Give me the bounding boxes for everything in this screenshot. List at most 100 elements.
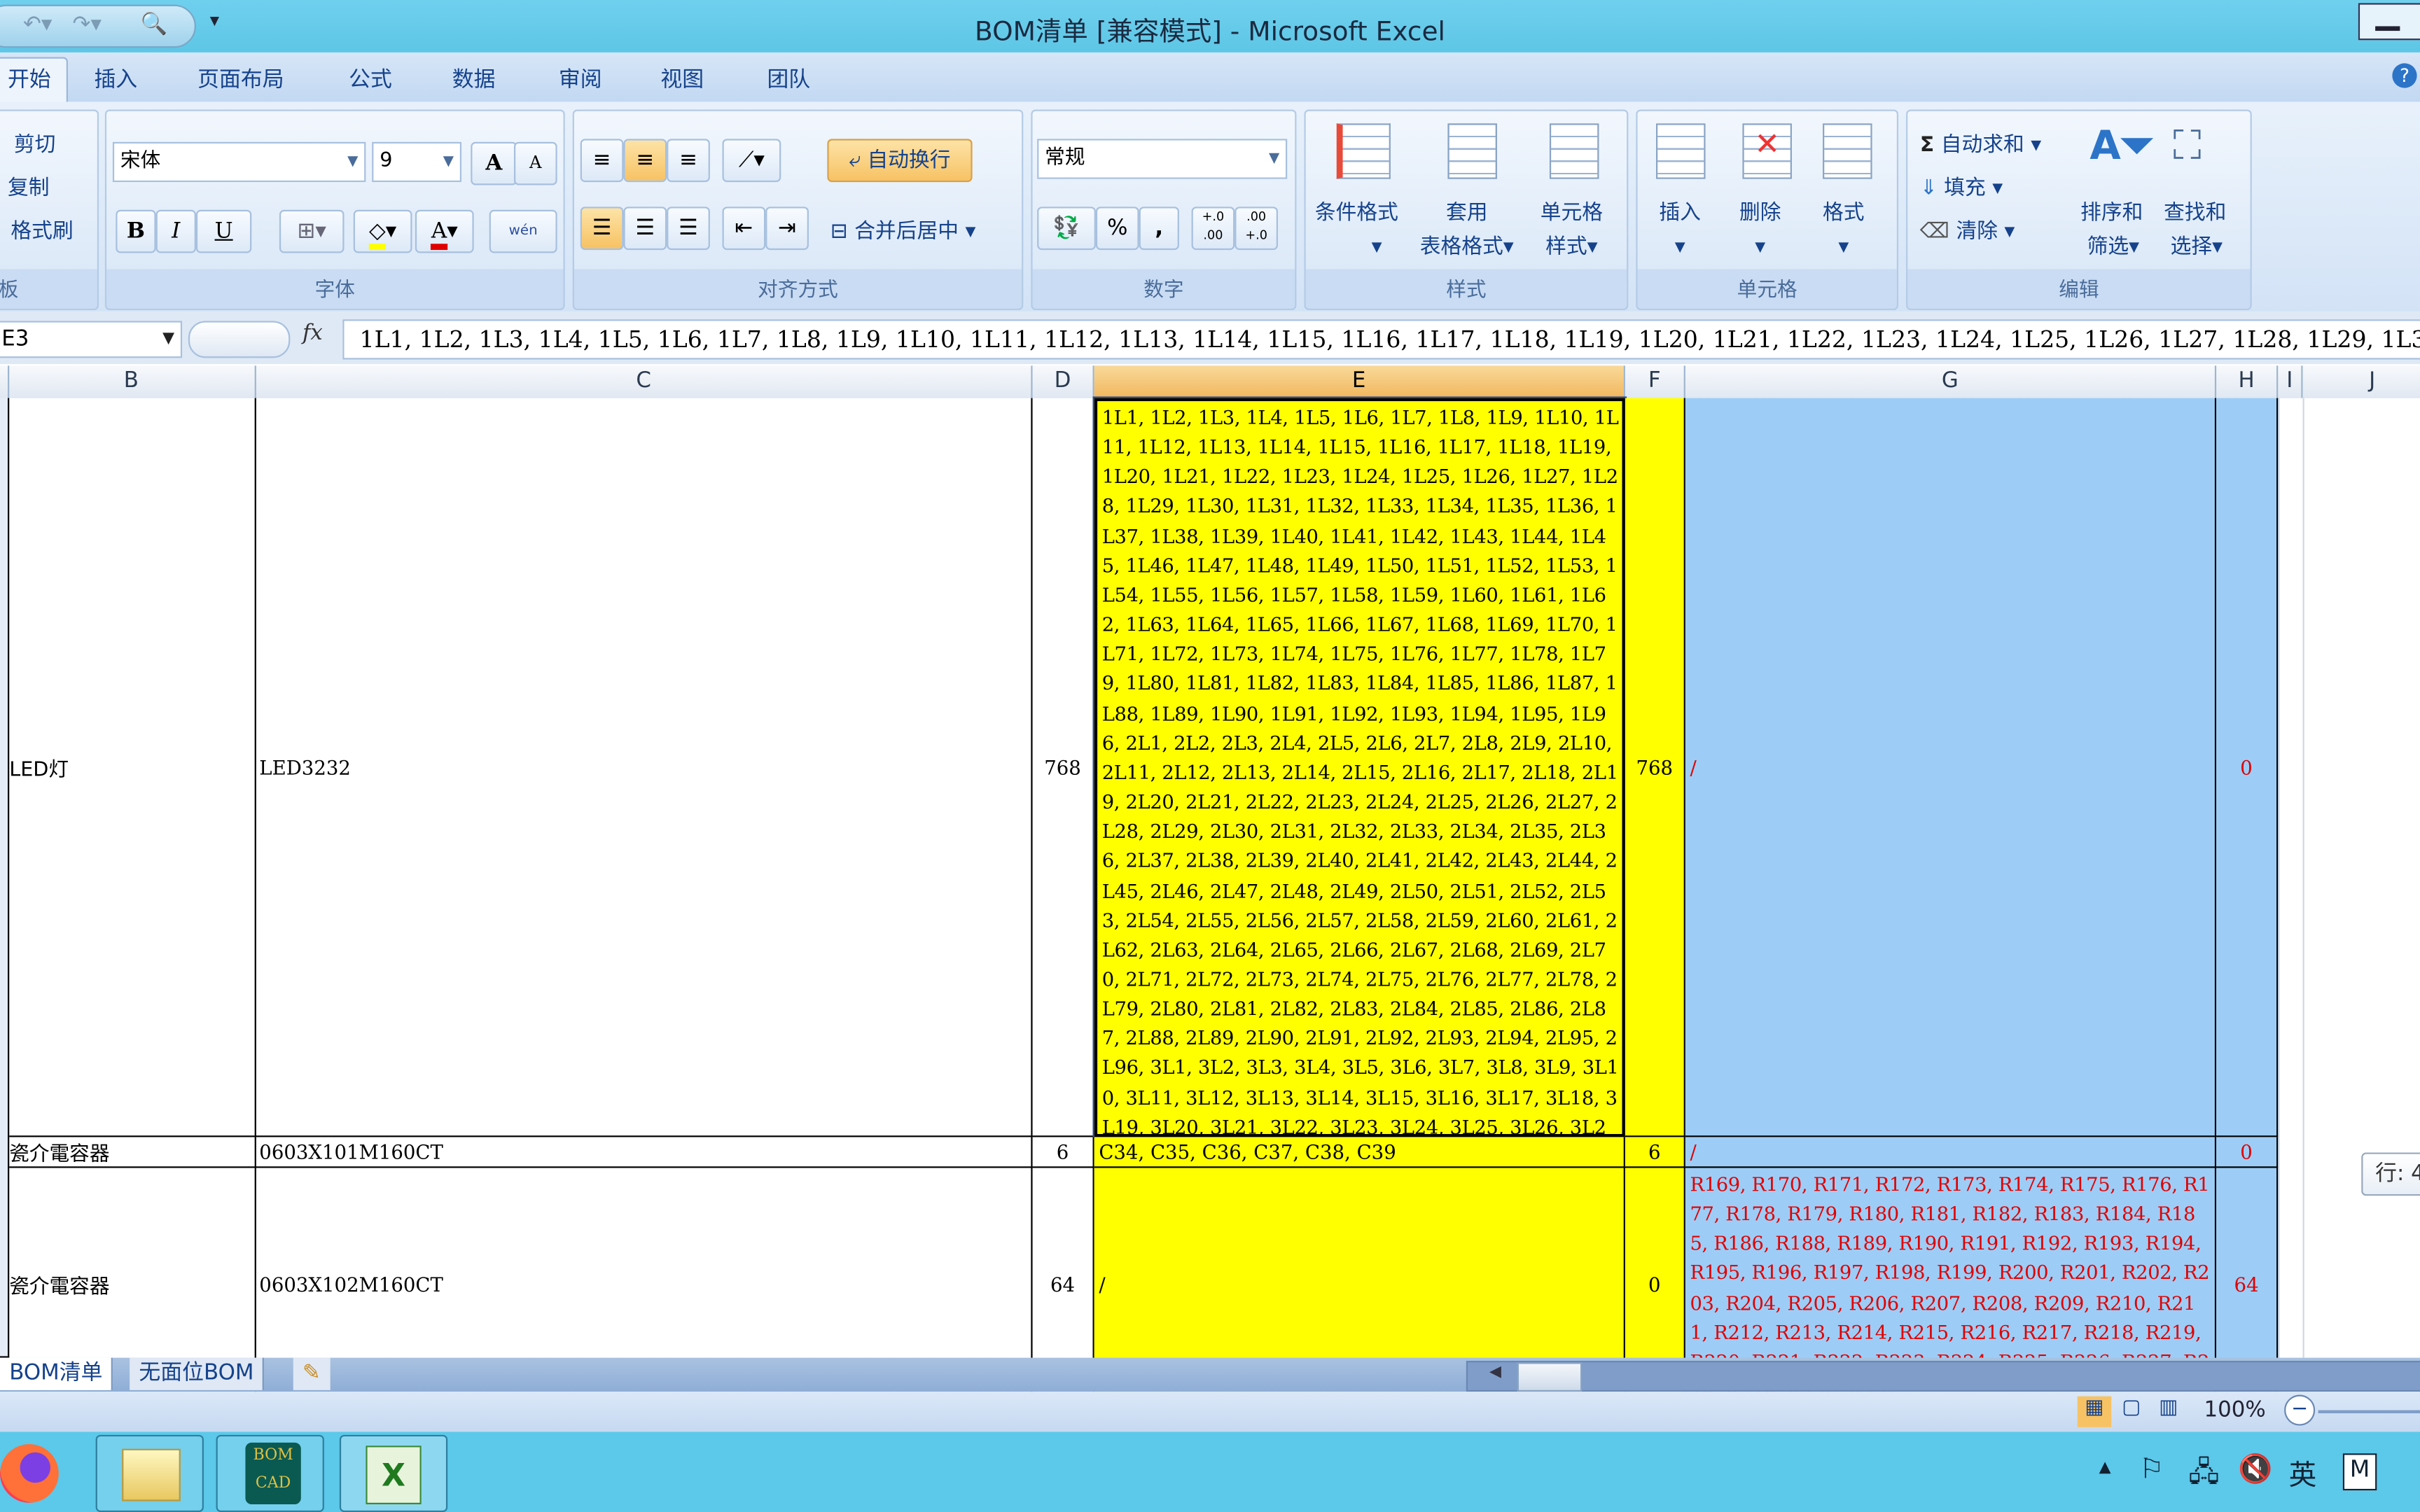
align-top-button[interactable]: ≡ (580, 139, 624, 183)
scroll-left-icon[interactable]: ◀ (1489, 1364, 1501, 1380)
sort-filter-button[interactable]: 排序和 筛选▾ (2080, 196, 2143, 264)
format-painter-button[interactable]: 格式刷 (11, 213, 73, 244)
ime-language-indicator[interactable]: 英 (2289, 1453, 2317, 1493)
cell-b-row2[interactable]: 瓷介電容器 (9, 1137, 256, 1168)
clear-button[interactable]: ⌫ 清除 ▾ (1920, 213, 2015, 244)
align-left-button[interactable]: ☰ (580, 206, 624, 251)
align-bottom-button[interactable]: ≡ (667, 139, 710, 183)
decrease-indent-button[interactable]: ⇤ (722, 206, 766, 251)
shrink-font-button[interactable]: A (513, 141, 557, 186)
underline-button[interactable]: U (195, 209, 252, 253)
tab-page-layout[interactable]: 页面布局 (197, 63, 284, 94)
network-icon[interactable]: 🖧 (2188, 1453, 2219, 1499)
horizontal-scrollbar[interactable]: ◀ (1466, 1361, 2420, 1392)
format-cells-button[interactable]: 格式 ▾ (1823, 196, 1865, 264)
cell-g-row1[interactable]: / (1685, 398, 2217, 1138)
normal-view-button[interactable]: ▦ (2077, 1396, 2112, 1427)
tab-insert[interactable]: 插入 (94, 63, 137, 94)
font-name-select[interactable]: 宋体 ▼ (112, 141, 366, 183)
tab-team[interactable]: 团队 (767, 63, 810, 94)
autosum-button[interactable]: Σ 自动求和 ▾ (1920, 127, 2041, 158)
minimize-button[interactable] (2358, 3, 2420, 41)
phonetic-button[interactable]: wén (489, 209, 557, 253)
ime-mode-indicator[interactable]: M (2342, 1453, 2377, 1491)
wrap-text-button[interactable]: ⤶ 自动换行 (827, 139, 973, 183)
cut-button[interactable]: 剪切 (14, 127, 56, 158)
name-box[interactable]: E3 ▼ (0, 321, 183, 358)
column-header-h[interactable]: H (2216, 365, 2279, 398)
page-layout-view-button[interactable]: ▢ (2115, 1396, 2148, 1427)
show-hidden-icons[interactable]: ▲ (2099, 1460, 2111, 1476)
decrease-decimal-button[interactable]: .00 +.0 (1235, 206, 1278, 251)
insert-cells-button[interactable]: 插入 ▾ (1659, 196, 1701, 264)
increase-decimal-button[interactable]: +.0 .00 (1191, 206, 1235, 251)
zoom-slider[interactable] (2318, 1410, 2420, 1413)
fill-color-button[interactable]: ◇▾ (353, 209, 412, 253)
action-center-flag-icon[interactable]: ⚐ (2139, 1453, 2164, 1485)
align-middle-button[interactable]: ≡ (623, 139, 667, 183)
cell-g-row2[interactable]: / (1685, 1137, 2217, 1168)
page-break-view-button[interactable]: ▥ (2152, 1396, 2185, 1427)
column-header-e[interactable]: E (1094, 365, 1625, 398)
insert-function-button[interactable]: fx (302, 321, 323, 345)
chevron-down-icon[interactable]: ▼ (162, 323, 174, 356)
merge-center-button[interactable]: ⊟ 合并后居中 ▾ (830, 213, 976, 244)
zoom-level[interactable]: 100% (2204, 1398, 2265, 1422)
tab-view[interactable]: 视图 (660, 63, 704, 94)
help-icon[interactable]: ? (2392, 63, 2417, 88)
column-header-i[interactable]: I (2278, 365, 2303, 398)
cell-e-row2[interactable]: C34, C35, C36, C37, C38, C39 (1094, 1137, 1625, 1168)
delete-cells-button[interactable]: 删除 ▾ (1739, 196, 1781, 264)
tab-review[interactable]: 审阅 (559, 63, 602, 94)
cell-e-row1-selected[interactable]: 1L1, 1L2, 1L3, 1L4, 1L5, 1L6, 1L7, 1L8, … (1092, 396, 1627, 1139)
format-as-table-button[interactable]: 套用 表格格式▾ (1420, 196, 1514, 264)
taskbar-file-explorer[interactable] (95, 1434, 204, 1512)
column-header-d[interactable]: D (1033, 365, 1094, 398)
find-select-button[interactable]: 查找和 选择▾ (2164, 196, 2226, 264)
column-header-j[interactable]: J (2303, 365, 2420, 398)
formula-bar-expander[interactable] (188, 321, 291, 358)
column-header-c[interactable]: C (256, 365, 1033, 398)
italic-button[interactable]: I (155, 209, 196, 253)
border-button[interactable]: ⊞▾ (279, 209, 345, 253)
column-header-b[interactable]: B (8, 365, 256, 398)
cell-c-row1[interactable]: LED3232 (256, 398, 1033, 1138)
grow-font-button[interactable]: A (471, 141, 517, 186)
comma-button[interactable]: , (1139, 206, 1179, 251)
orientation-button[interactable]: ⟋▾ (722, 139, 781, 183)
cell-c-row2[interactable]: 0603X101M160CT (256, 1137, 1033, 1168)
bold-button[interactable]: B (116, 209, 156, 253)
cell-f-row2[interactable]: 6 (1625, 1137, 1685, 1168)
scrollbar-thumb[interactable] (1517, 1362, 1583, 1392)
row-headers[interactable] (0, 398, 10, 1358)
zoom-out-button[interactable]: − (2284, 1394, 2316, 1426)
font-size-select[interactable]: 9 ▼ (372, 141, 462, 183)
font-color-button[interactable]: A▾ (415, 209, 474, 253)
align-center-button[interactable]: ☰ (623, 206, 667, 251)
number-format-select[interactable]: 常规 ▼ (1037, 139, 1288, 179)
tab-home[interactable]: 开始 (0, 57, 68, 105)
cell-d-row1[interactable]: 768 (1032, 398, 1094, 1138)
worksheet-grid[interactable]: LED灯 LED3232 768 1L1, 1L2, 1L3, 1L4, 1L5… (0, 396, 2420, 1403)
column-header-f[interactable]: F (1625, 365, 1685, 398)
cell-d-row2[interactable]: 6 (1032, 1137, 1094, 1168)
column-header-g[interactable]: G (1685, 365, 2217, 398)
cell-f-row1[interactable]: 768 (1625, 398, 1685, 1138)
align-right-button[interactable]: ☰ (667, 206, 710, 251)
percent-button[interactable]: % (1095, 206, 1139, 251)
increase-indent-button[interactable]: ⇥ (765, 206, 809, 251)
copy-button[interactable]: 复制 (8, 169, 50, 200)
formula-input[interactable]: 1L1, 1L2, 1L3, 1L4, 1L5, 1L6, 1L7, 1L8, … (342, 319, 2420, 360)
cell-h-row2[interactable]: 0 (2216, 1137, 2279, 1168)
taskbar-bom-cad[interactable]: BOM CAD (216, 1434, 324, 1512)
insert-sheet-icon[interactable]: ✎ (293, 1357, 331, 1390)
cell-b-row1[interactable]: LED灯 (9, 398, 256, 1138)
taskbar-excel[interactable]: X (339, 1434, 448, 1512)
fill-button[interactable]: ⇓ 填充 ▾ (1920, 169, 2003, 200)
conditional-format-button[interactable]: 条件格式 ▾ (1315, 196, 1398, 264)
sheet-tab-bom[interactable]: BOM清单 (0, 1357, 113, 1390)
cell-styles-button[interactable]: 单元格 样式▾ (1541, 196, 1603, 264)
sheet-tab-no-position-bom[interactable]: 无面位BOM (130, 1357, 265, 1390)
tab-formulas[interactable]: 公式 (349, 63, 392, 94)
taskbar-firefox[interactable] (0, 1435, 74, 1509)
